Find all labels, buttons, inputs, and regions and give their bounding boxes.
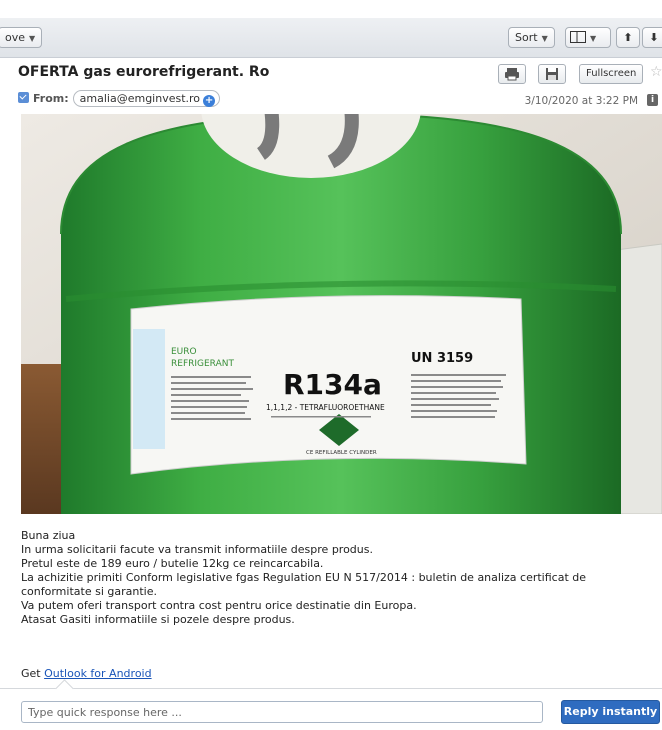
sender-email: amalia@emginvest.ro: [79, 92, 201, 105]
save-button[interactable]: [538, 64, 566, 84]
message-subject: OFERTA gas eurorefrigerant. Ro: [18, 64, 270, 80]
print-button[interactable]: [498, 64, 526, 84]
reply-instantly-button[interactable]: Reply instantly: [561, 700, 660, 724]
signature-prefix: Get: [21, 667, 45, 680]
from-label: From:: [33, 92, 69, 105]
quick-reply-bar: Reply instantly: [0, 679, 662, 730]
sort-button[interactable]: Sort ▼: [508, 27, 555, 48]
body-line: Buna ziua: [21, 529, 76, 542]
gas-name-text: R134a: [283, 368, 382, 401]
window-top-edge: [0, 0, 662, 19]
previous-message-button[interactable]: ⬆: [616, 27, 640, 48]
cylinder-text: CE REFILLABLE CYLINDER: [306, 450, 377, 456]
gas-desc-text: 1,1,1,2 - TETRAFLUOROETHANE: [266, 403, 385, 412]
message-body: Buna ziua In urma solicitarii facute va …: [21, 529, 651, 627]
layout-view-button[interactable]: ▼: [565, 27, 611, 48]
mail-toolbar: ove ▼ Sort ▼ ▼ ⬆ ⬇: [0, 18, 662, 58]
printer-icon: [505, 68, 519, 81]
floppy-disk-icon: [546, 68, 558, 80]
chevron-down-icon: ▼: [541, 34, 548, 43]
fullscreen-button[interactable]: Fullscreen: [579, 64, 644, 84]
info-icon[interactable]: i: [647, 94, 658, 106]
next-message-button[interactable]: ⬇: [642, 27, 662, 48]
sort-label: Sort: [515, 31, 538, 44]
message-header: OFERTA gas eurorefrigerant. Ro Fullscree…: [0, 58, 662, 113]
checkbox-icon[interactable]: [18, 92, 29, 103]
arrow-up-icon: ⬆: [623, 31, 633, 44]
signature: Get Outlook for Android: [21, 667, 152, 680]
attached-photo: EURO REFRIGERANT R134a 1,1,1,2 - TETRAFL…: [21, 114, 662, 514]
columns-icon: [570, 31, 586, 43]
chevron-down-icon: ▼: [590, 34, 597, 43]
add-contact-icon[interactable]: +: [203, 95, 216, 107]
quick-response-input[interactable]: [21, 701, 543, 723]
body-line: Va putem oferi transport contra cost pen…: [21, 599, 417, 612]
body-line: Pretul este de 189 euro / butelie 12kg c…: [21, 557, 324, 570]
outlook-android-link[interactable]: Outlook for Android: [44, 667, 151, 680]
body-line: Atasat Gasiti informatiile si pozele des…: [21, 613, 295, 626]
move-label: ove: [5, 31, 26, 44]
star-icon[interactable]: ☆: [650, 64, 662, 80]
from-row: From: amalia@emginvest.ro +: [18, 90, 221, 107]
arrow-down-icon: ⬇: [649, 31, 659, 44]
reply-notch: [55, 679, 74, 698]
chevron-down-icon: ▼: [29, 34, 36, 43]
message-date: 3/10/2020 at 3:22 PM: [524, 95, 638, 107]
brand-top-text: EURO: [171, 347, 197, 357]
body-line: La achizitie primiti Conform legislative…: [21, 571, 587, 598]
body-line: In urma solicitarii facute va transmit i…: [21, 543, 373, 556]
sender-chip[interactable]: amalia@emginvest.ro +: [72, 90, 221, 107]
un-number-text: UN 3159: [411, 351, 473, 366]
refrigerant-cylinder-illustration: EURO REFRIGERANT R134a 1,1,1,2 - TETRAFL…: [21, 114, 662, 514]
move-button[interactable]: ove ▼: [0, 27, 43, 48]
brand-bottom-text: REFRIGERANT: [171, 359, 234, 369]
